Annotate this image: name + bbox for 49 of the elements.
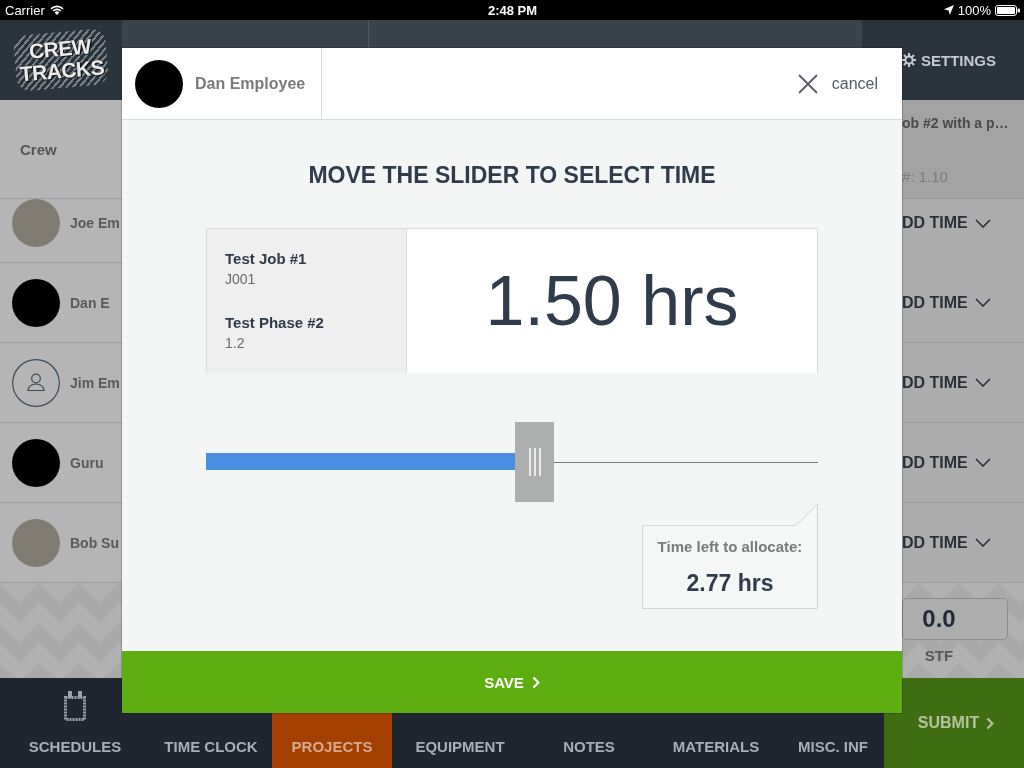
chevron-down-icon [974, 538, 991, 547]
total-label: STF [923, 647, 955, 664]
phase-name: Test Phase #2 [225, 314, 325, 332]
add-time-button[interactable]: DD TIME [902, 293, 991, 312]
settings-button[interactable]: SETTINGS [902, 51, 996, 69]
job-title: ob #2 with a p… [902, 115, 1009, 131]
employee-name: Joe Em [70, 215, 120, 231]
add-time-button[interactable]: DD TIME [902, 533, 991, 552]
logo: CREW TRACKS [12, 28, 110, 92]
chevron-right-icon [986, 716, 995, 730]
wifi-icon [49, 5, 64, 15]
avatar [12, 278, 60, 327]
slider-thumb[interactable] [515, 422, 555, 502]
employee-name: Bob Su [70, 534, 119, 551]
location-arrow-icon [943, 5, 954, 15]
battery-icon [995, 4, 1020, 16]
hours-value: 1.50 hrs [485, 261, 739, 341]
employee-name: Jim Em [70, 374, 120, 391]
photo-placeholder [12, 199, 60, 247]
carrier-name: Carrier [5, 2, 45, 18]
time-left-label: Time left to allocate: [657, 538, 803, 556]
time-left-value: 2.77 hrs [686, 570, 774, 596]
employee-name: Dan E [70, 294, 110, 311]
job-name: Test Job #1 [225, 250, 308, 268]
grip-lines-icon [528, 448, 541, 476]
avatar [135, 59, 183, 108]
employee-name: Dan Employee [195, 74, 306, 93]
status-time: 2:48 PM [487, 2, 538, 18]
employee-name: Guru [70, 454, 104, 471]
chevron-down-icon [974, 458, 991, 467]
hours-total-field: 0.0 [902, 598, 1008, 640]
chevron-right-icon [531, 675, 540, 689]
person-icon [12, 358, 60, 407]
close-icon [797, 73, 818, 94]
chevron-down-icon [974, 298, 991, 307]
chevron-down-icon [974, 378, 991, 387]
add-time-button[interactable]: DD TIME [902, 453, 991, 472]
column-heading: Crew [20, 140, 57, 158]
add-time-button[interactable]: DD TIME [902, 373, 991, 392]
phase-code: 1.2 [225, 334, 246, 352]
battery-level: 100% [957, 2, 991, 18]
photo-placeholder [12, 518, 60, 567]
chevron-down-icon [974, 218, 991, 228]
dialog-title: MOVE THE SLIDER TO SELECT TIME [307, 162, 717, 188]
cancel-button[interactable]: cancel [797, 73, 878, 94]
avatar [12, 438, 60, 487]
calendar-icon [63, 690, 87, 722]
settings-icon [902, 53, 916, 67]
job-code: J001 [225, 270, 257, 288]
